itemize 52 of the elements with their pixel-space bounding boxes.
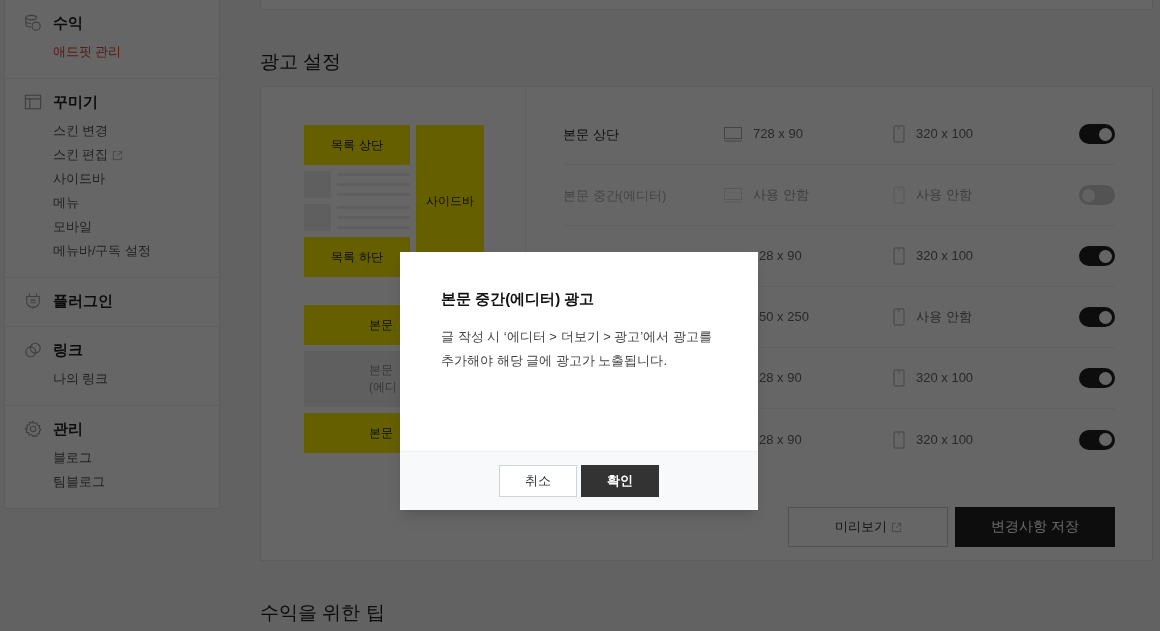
save-button[interactable]: 변경사항 저장	[955, 507, 1115, 547]
monitor-icon	[723, 126, 743, 142]
desktop-size: 28 x 90	[759, 430, 802, 449]
sidebar-item[interactable]: 블로그	[53, 448, 92, 468]
sidebar-item[interactable]: 모바일	[53, 217, 92, 237]
phone-icon	[893, 247, 905, 265]
mobile-size: 320 x 100	[916, 125, 974, 144]
toggle-switch[interactable]	[1079, 429, 1115, 450]
section-title: 수익을 위한 팁	[260, 601, 386, 625]
toggle-switch[interactable]	[1079, 246, 1115, 266]
desktop-size: 28 x 90	[759, 369, 802, 388]
sidebar-section-title[interactable]: 수익	[53, 11, 83, 35]
desktop-size: 50 x 250	[759, 308, 809, 327]
toggle-switch[interactable]	[1079, 307, 1115, 327]
external-link-icon	[112, 149, 124, 161]
phone-icon	[893, 369, 905, 387]
sidebar-item[interactable]: 스킨 변경	[53, 121, 109, 141]
sidebar-section-title[interactable]: 꾸미기	[53, 90, 98, 114]
sidebar-item[interactable]: 스킨 편집	[53, 145, 109, 165]
mobile-size: 320 x 100	[916, 369, 974, 388]
link-icon	[24, 341, 42, 359]
toggle-switch[interactable]	[1079, 368, 1115, 388]
ad-slot: 목록 하단	[304, 237, 410, 277]
preview-button[interactable]: 미리보기	[788, 507, 948, 547]
sidebar-item[interactable]: 메뉴	[53, 193, 79, 213]
external-link-icon	[890, 521, 902, 533]
toggle-switch[interactable]	[1079, 124, 1115, 144]
mobile-size: 320 x 100	[916, 247, 974, 266]
confirm-button[interactable]: 확인	[581, 465, 659, 497]
plug-icon	[24, 292, 42, 310]
coins-icon	[24, 14, 42, 32]
ad-position-label: 본문 상단	[563, 127, 619, 142]
sidebar-item[interactable]: 나의 링크	[53, 369, 109, 389]
mobile-size: 사용 안함	[916, 308, 972, 327]
desktop-size: 728 x 90	[753, 125, 803, 144]
sidebar-section-title[interactable]: 플러그인	[53, 289, 113, 313]
cancel-button[interactable]: 취소	[499, 465, 577, 497]
settings-icon	[24, 420, 42, 438]
mobile-size: 320 x 100	[916, 430, 974, 449]
sidebar-item[interactable]: 사이드바	[53, 169, 105, 189]
desktop-size: 28 x 90	[759, 247, 802, 266]
sidebar-item[interactable]: 메뉴바/구독 설정	[53, 241, 151, 261]
phone-icon	[893, 430, 905, 449]
phone-icon	[893, 125, 905, 143]
sidebar-item[interactable]: 팀블로그	[53, 472, 105, 492]
sidebar-section-title[interactable]: 링크	[53, 338, 83, 362]
phone-icon	[893, 308, 905, 326]
sidebar-item[interactable]: 애드핏 관리	[53, 42, 122, 62]
ad-slot: 목록 상단	[304, 125, 410, 165]
layout-icon	[24, 93, 42, 111]
section-title: 광고 설정	[260, 50, 343, 74]
sidebar-section-title[interactable]: 관리	[53, 417, 83, 441]
